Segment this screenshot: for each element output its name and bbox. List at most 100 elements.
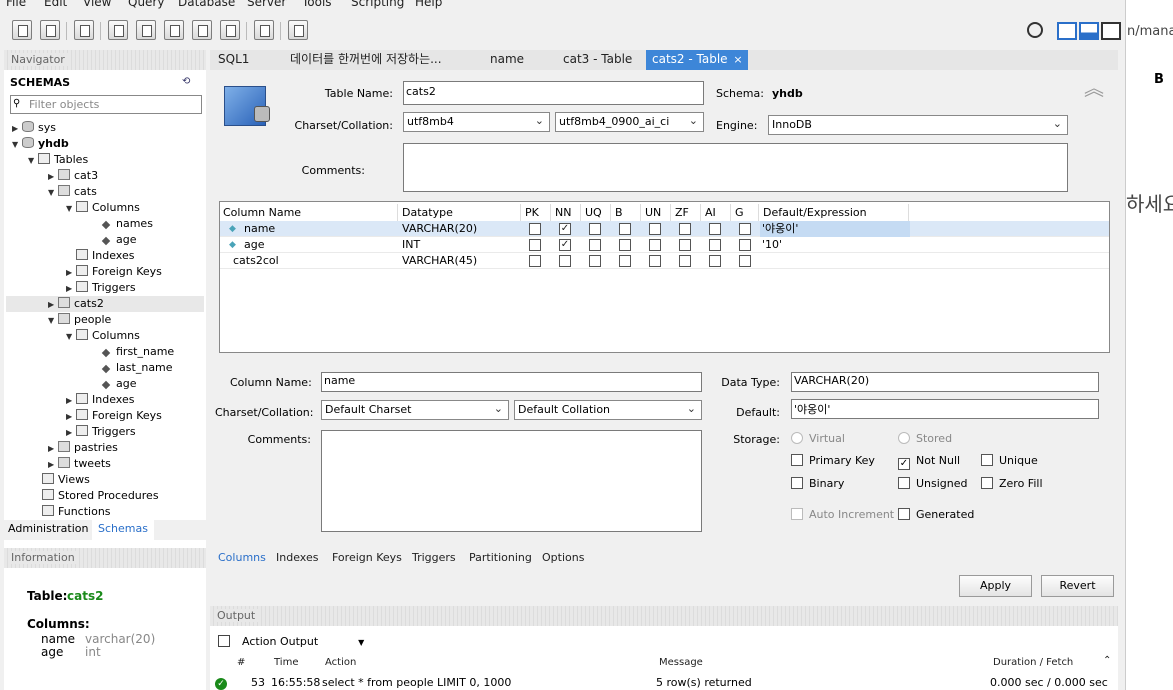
virtual-radio[interactable]: Virtual <box>791 432 845 445</box>
tab-sql1[interactable]: SQL1 <box>212 50 255 70</box>
tab-columns[interactable]: Columns <box>218 551 266 564</box>
checkbox-icon[interactable] <box>649 255 661 267</box>
tree-node-names[interactable]: names <box>100 216 153 232</box>
auto-increment-checkbox[interactable]: Auto Increment <box>791 508 894 521</box>
collapse-chevron-icon[interactable]: ︽ <box>1084 78 1104 98</box>
menu-query[interactable]: Query <box>128 0 164 9</box>
tree-node-cats2[interactable]: ▶ cats2 <box>6 296 204 312</box>
unique-checkbox[interactable]: Unique <box>981 454 1038 467</box>
cell-column-name[interactable]: cats2col <box>233 253 279 269</box>
grid-header-b[interactable]: B <box>612 204 641 221</box>
create-schema-icon[interactable] <box>108 20 128 40</box>
checkbox-icon[interactable] <box>529 239 541 251</box>
tab-triggers[interactable]: Triggers <box>412 551 456 564</box>
tree-node-people-triggers[interactable]: ▶ Triggers <box>66 424 136 440</box>
tab-indexes[interactable]: Indexes <box>276 551 318 564</box>
checkbox-icon[interactable] <box>649 223 661 235</box>
output-row-action[interactable]: select * from people LIMIT 0, 1000 <box>322 676 511 689</box>
tree-node-cats-indexes[interactable]: Indexes <box>76 248 134 264</box>
tree-node-cats-foreign-keys[interactable]: ▶ Foreign Keys <box>66 264 162 280</box>
column-comments-textarea[interactable] <box>321 430 702 532</box>
scroll-up-icon[interactable]: ⌃ <box>1103 655 1111 666</box>
zero-fill-checkbox[interactable]: Zero Fill <box>981 477 1043 490</box>
menu-file[interactable]: File <box>6 0 26 9</box>
create-table-icon[interactable] <box>136 20 156 40</box>
output-selector[interactable]: Action Output ▼ <box>242 635 364 648</box>
tree-node-cats[interactable]: ▼ cats <box>48 184 97 200</box>
open-sql-script-icon[interactable] <box>40 20 60 40</box>
collation-select[interactable]: utf8mb4_0900_ai_ci ⌄ <box>555 112 704 132</box>
toggle-secondary-sidebar-icon[interactable] <box>1101 22 1121 40</box>
tab-foreign-keys[interactable]: Foreign Keys <box>332 551 402 564</box>
menu-edit[interactable]: Edit <box>44 0 67 9</box>
checkbox-icon[interactable] <box>739 239 751 251</box>
checkbox-icon[interactable] <box>589 255 601 267</box>
copy-icon[interactable] <box>218 635 230 647</box>
tree-node-age[interactable]: age <box>100 232 137 248</box>
checkbox-icon[interactable] <box>529 255 541 267</box>
checkbox-icon[interactable] <box>679 223 691 235</box>
column-name-input[interactable]: name <box>321 372 702 392</box>
grid-header-zf[interactable]: ZF <box>672 204 701 221</box>
tree-node-functions[interactable]: Functions <box>42 504 111 520</box>
stored-radio[interactable]: Stored <box>898 432 952 445</box>
tree-node-cats-triggers[interactable]: ▶ Triggers <box>66 280 136 296</box>
not-null-checkbox[interactable]: ✓ Not Null <box>898 454 960 470</box>
cell-datatype[interactable]: VARCHAR(45) <box>402 253 477 269</box>
close-icon[interactable]: × <box>733 50 742 69</box>
grid-header-g[interactable]: G <box>732 204 759 221</box>
checkbox-icon[interactable] <box>679 255 691 267</box>
generated-checkbox[interactable]: Generated <box>898 508 974 521</box>
checkbox-icon[interactable] <box>619 239 631 251</box>
cell-column-name[interactable]: age <box>244 237 265 253</box>
unsigned-checkbox[interactable]: Unsigned <box>898 477 968 490</box>
table-row[interactable]: cats2col VARCHAR(45) <box>220 253 1109 269</box>
refresh-icon[interactable]: ⟲ <box>182 76 190 87</box>
grid-header-ai[interactable]: AI <box>702 204 731 221</box>
preferences-gear-icon[interactable] <box>1027 22 1043 38</box>
filter-objects-input[interactable]: Filter objects <box>10 95 202 114</box>
cell-default[interactable]: '야옹이' <box>760 221 910 237</box>
data-type-input[interactable]: VARCHAR(20) <box>791 372 1099 392</box>
column-collation-select[interactable]: Default Collation ⌄ <box>514 400 702 420</box>
tree-node-cats-columns[interactable]: ▼ Columns <box>66 200 140 216</box>
checkmark-icon[interactable]: ✓ <box>559 239 571 251</box>
grid-header-column-name[interactable]: Column Name <box>220 204 398 221</box>
grid-header-default[interactable]: Default/Expression <box>760 204 909 221</box>
binary-checkbox[interactable]: Binary <box>791 477 844 490</box>
tree-node-people-indexes[interactable]: ▶ Indexes <box>66 392 134 408</box>
checkbox-icon[interactable] <box>679 239 691 251</box>
checkbox-icon[interactable] <box>529 223 541 235</box>
grid-header-un[interactable]: UN <box>642 204 671 221</box>
checkbox-icon[interactable] <box>619 255 631 267</box>
menu-scripting[interactable]: Scripting <box>351 0 404 9</box>
checkbox-icon[interactable] <box>589 223 601 235</box>
create-procedure-icon[interactable] <box>192 20 212 40</box>
new-sql-tab-icon[interactable] <box>12 20 32 40</box>
checkmark-icon[interactable]: ✓ <box>559 223 571 235</box>
tree-node-pastries[interactable]: ▶ pastries <box>48 440 118 456</box>
engine-select[interactable]: InnoDB ⌄ <box>768 115 1068 135</box>
tree-node-last-name[interactable]: last_name <box>100 360 173 376</box>
table-name-input[interactable]: cats2 <box>403 81 704 105</box>
charset-select[interactable]: utf8mb4 ⌄ <box>403 112 550 132</box>
tab-cats2-table[interactable]: cats2 - Table × <box>646 50 748 70</box>
apply-button[interactable]: Apply <box>959 575 1032 597</box>
checkbox-icon[interactable] <box>739 255 751 267</box>
tree-node-cat3[interactable]: ▶ cat3 <box>48 168 98 184</box>
search-table-data-icon[interactable] <box>254 20 274 40</box>
menu-help[interactable]: Help <box>415 0 442 9</box>
menu-tools[interactable]: Tools <box>302 0 332 9</box>
tree-node-sys[interactable]: ▶ sys <box>12 120 56 136</box>
tab-schemas[interactable]: Schemas <box>92 520 154 540</box>
checkbox-icon[interactable] <box>559 255 571 267</box>
checkbox-icon[interactable] <box>709 239 721 251</box>
checkbox-icon[interactable] <box>739 223 751 235</box>
tree-node-views[interactable]: Views <box>42 472 90 488</box>
checkbox-icon[interactable] <box>589 239 601 251</box>
table-comments-textarea[interactable] <box>403 143 1068 192</box>
menu-database[interactable]: Database <box>178 0 235 9</box>
grid-header-uq[interactable]: UQ <box>582 204 611 221</box>
tree-node-people-columns[interactable]: ▼ Columns <box>66 328 140 344</box>
tree-node-people-foreign-keys[interactable]: ▶ Foreign Keys <box>66 408 162 424</box>
